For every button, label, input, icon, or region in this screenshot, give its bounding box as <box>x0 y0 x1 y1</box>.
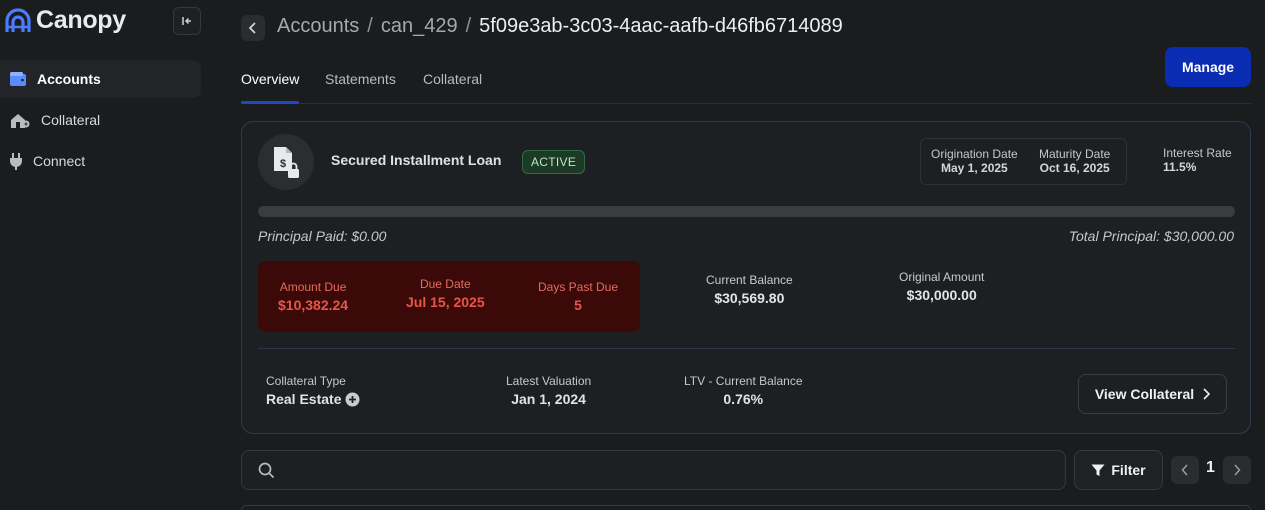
app-logo[interactable]: Canopy <box>4 6 126 35</box>
loan-dates: Origination Date May 1, 2025 Maturity Da… <box>920 138 1127 185</box>
sidebar-item-label: Collateral <box>41 112 101 128</box>
chevron-right-icon <box>1234 464 1241 476</box>
amount-due-panel: Amount Due $10,382.24 Due Date Jul 15, 2… <box>258 261 640 332</box>
latest-valuation-value: Jan 1, 2024 <box>511 391 586 407</box>
collapse-sidebar-button[interactable] <box>173 7 201 35</box>
days-past-due: Days Past Due 5 <box>538 280 618 313</box>
collateral-type-text: Real Estate <box>266 391 342 407</box>
maturity-date: Maturity Date Oct 16, 2025 <box>1039 147 1110 175</box>
collateral-type-value: Real Estate <box>266 391 360 407</box>
maturity-date-value: Oct 16, 2025 <box>1039 161 1110 175</box>
principal-progress-bar <box>258 206 1235 217</box>
amount-due: Amount Due $10,382.24 <box>278 280 348 313</box>
current-balance: Current Balance $30,569.80 <box>706 273 793 306</box>
latest-valuation: Latest Valuation Jan 1, 2024 <box>506 374 591 407</box>
status-badge: ACTIVE <box>522 150 586 174</box>
tab-bar: Overview Statements Collateral <box>241 71 1251 104</box>
chevron-left-icon <box>248 22 256 34</box>
search-input[interactable] <box>283 462 1043 478</box>
search-box <box>241 450 1066 490</box>
sidebar-item-connect[interactable]: Connect <box>0 142 201 180</box>
filter-button[interactable]: Filter <box>1074 450 1163 490</box>
current-balance-value: $30,569.80 <box>714 290 785 306</box>
previous-page-button[interactable] <box>1171 456 1199 484</box>
view-collateral-button[interactable]: View Collateral <box>1078 374 1227 414</box>
due-date: Due Date Jul 15, 2025 <box>406 277 485 310</box>
sidebar-item-label: Accounts <box>37 71 101 87</box>
days-past-due-value: 5 <box>574 297 582 313</box>
filter-label: Filter <box>1111 462 1146 478</box>
svg-text:$: $ <box>280 158 286 170</box>
next-page-button[interactable] <box>1223 456 1251 484</box>
tab-statements[interactable]: Statements <box>325 71 396 103</box>
tab-overview[interactable]: Overview <box>241 71 300 104</box>
back-button[interactable] <box>241 15 265 41</box>
secured-document-icon: $ <box>274 147 299 178</box>
collateral-type-label: Collateral Type <box>266 374 346 388</box>
original-amount: Original Amount $30,000.00 <box>899 270 984 303</box>
latest-valuation-label: Latest Valuation <box>506 374 592 388</box>
origination-date: Origination Date May 1, 2025 <box>931 147 1018 175</box>
breadcrumb-accounts[interactable]: Accounts <box>277 15 359 38</box>
interest-rate-value: 11.5% <box>1163 160 1197 174</box>
house-icon <box>11 114 30 128</box>
principal-paid: Principal Paid: $0.00 <box>258 228 387 244</box>
canopy-logo-icon <box>5 7 31 32</box>
amount-due-label: Amount Due <box>279 280 347 294</box>
app-name: Canopy <box>36 6 126 34</box>
sidebar-item-label: Connect <box>33 153 86 169</box>
current-balance-label: Current Balance <box>706 273 793 287</box>
filter-icon <box>1091 464 1105 476</box>
loan-icon: $ <box>258 134 314 190</box>
chevron-right-icon <box>1203 388 1211 400</box>
sidebar-item-collateral[interactable]: Collateral <box>0 101 201 139</box>
loan-card: $ Secured Installment Loan ACTIVE Origin… <box>241 121 1251 434</box>
plus-circle-icon[interactable] <box>345 392 360 407</box>
table-card-edge <box>241 505 1251 510</box>
breadcrumb-separator: / <box>465 15 472 37</box>
view-collateral-label: View Collateral <box>1094 386 1195 402</box>
search-icon <box>258 462 275 478</box>
breadcrumb: Accounts / can_429 / 5f09e3ab-3c03-4aac-… <box>277 15 843 38</box>
chevron-left-icon <box>1181 464 1188 476</box>
interest-rate: Interest Rate 11.5% <box>1163 146 1232 174</box>
divider <box>258 348 1235 349</box>
origination-date-label: Origination Date <box>931 147 1018 161</box>
days-past-due-label: Days Past Due <box>538 280 619 294</box>
origination-date-value: May 1, 2025 <box>941 161 1008 175</box>
collateral-type: Collateral Type Real Estate <box>266 374 360 407</box>
plug-icon <box>10 153 22 170</box>
sidebar-item-accounts[interactable]: Accounts <box>0 60 201 98</box>
breadcrumb-customer[interactable]: can_429 <box>381 15 458 38</box>
tab-collateral[interactable]: Collateral <box>423 71 482 103</box>
due-date-label: Due Date <box>419 277 471 291</box>
total-principal: Total Principal: $30,000.00 <box>1068 228 1234 244</box>
ltv-value: 0.76% <box>723 391 764 407</box>
interest-rate-label: Interest Rate <box>1163 146 1232 160</box>
original-amount-value: $30,000.00 <box>906 287 977 303</box>
loan-title: Secured Installment Loan <box>331 152 502 168</box>
collapse-icon <box>182 17 191 25</box>
maturity-date-label: Maturity Date <box>1039 147 1111 161</box>
due-date-value: Jul 15, 2025 <box>406 294 485 310</box>
ltv-current-balance: LTV - Current Balance 0.76% <box>684 374 803 407</box>
ltv-label: LTV - Current Balance <box>684 374 803 388</box>
sidebar: Canopy Accounts Collateral Connect <box>0 0 212 510</box>
current-page: 1 <box>1206 459 1215 476</box>
breadcrumb-separator: / <box>367 15 373 37</box>
wallet-icon <box>10 72 26 86</box>
amount-due-value: $10,382.24 <box>278 297 349 313</box>
original-amount-label: Original Amount <box>899 270 985 284</box>
breadcrumb-account-id: 5f09e3ab-3c03-4aac-aafb-d46fb6714089 <box>479 15 843 37</box>
